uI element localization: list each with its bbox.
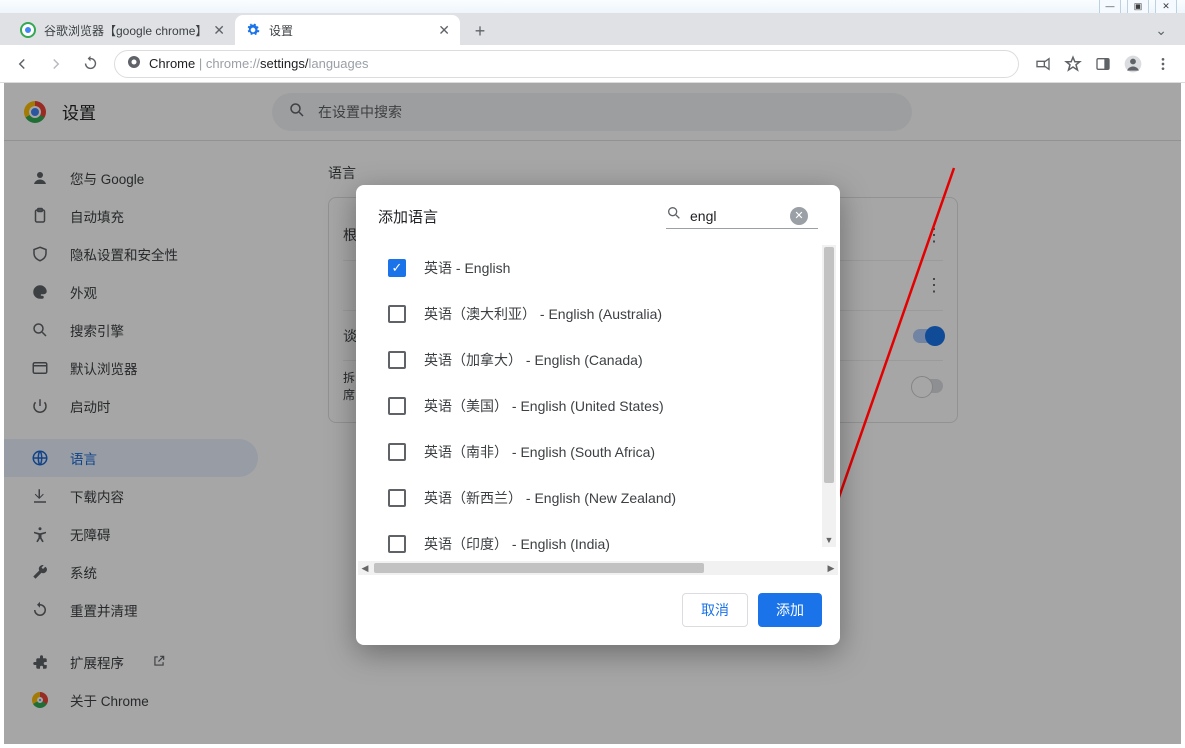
dialog-title: 添加语言 <box>378 206 438 227</box>
language-option-label: 英语（加拿大） - English (Canada) <box>424 350 643 370</box>
tab-title: 谷歌浏览器【google chrome】 <box>44 22 205 39</box>
language-option-label: 英语（澳大利亚） - English (Australia) <box>424 304 662 324</box>
window-minimize-button[interactable]: — <box>1099 0 1121 14</box>
url-scheme: Chrome | chrome://settings/languages <box>149 56 368 71</box>
checkbox[interactable] <box>388 351 406 369</box>
scroll-left-icon[interactable]: ◀ <box>358 561 372 575</box>
star-icon[interactable] <box>1059 50 1087 78</box>
dialog-search[interactable]: ✕ <box>666 203 818 229</box>
language-option-label: 英语（美国） - English (United States) <box>424 396 664 416</box>
window-close-button[interactable]: ✕ <box>1155 0 1177 14</box>
browser-tab-1[interactable]: 设置 ✕ <box>235 15 460 45</box>
share-icon[interactable] <box>1029 50 1057 78</box>
scroll-thumb[interactable] <box>374 563 704 573</box>
back-button[interactable] <box>8 50 36 78</box>
side-panel-icon[interactable] <box>1089 50 1117 78</box>
clear-search-icon[interactable]: ✕ <box>790 207 808 225</box>
tab-strip: 谷歌浏览器【google chrome】 ✕ 设置 ✕ + ⌄ <box>0 13 1185 45</box>
checkbox[interactable]: ✓ <box>388 259 406 277</box>
checkbox[interactable] <box>388 443 406 461</box>
address-bar[interactable]: Chrome | chrome://settings/languages <box>114 50 1019 78</box>
reload-button[interactable] <box>76 50 104 78</box>
scroll-down-icon[interactable]: ▼ <box>822 533 836 547</box>
language-option-label: 英语（印度） - English (India) <box>424 534 610 554</box>
checkbox[interactable] <box>388 397 406 415</box>
language-option-label: 英语（南非） - English (South Africa) <box>424 442 655 462</box>
profile-avatar-icon[interactable] <box>1119 50 1147 78</box>
settings-page: 设置 在设置中搜索 您与 Google自动填充隐私设置和安全性外观搜索引擎默认浏… <box>4 83 1181 744</box>
dialog-search-input[interactable] <box>690 208 782 224</box>
browser-tab-0[interactable]: 谷歌浏览器【google chrome】 ✕ <box>10 15 235 45</box>
checkbox[interactable] <box>388 489 406 507</box>
window-titlebar: — ▣ ✕ <box>0 0 1185 13</box>
language-option[interactable]: 英语（新西兰） - English (New Zealand) <box>388 475 838 521</box>
add-button[interactable]: 添加 <box>758 593 822 627</box>
chrome-icon <box>127 55 141 72</box>
language-option[interactable]: ✓ 英语 - English <box>388 245 838 291</box>
language-option[interactable]: 英语（美国） - English (United States) <box>388 383 838 429</box>
scroll-thumb[interactable] <box>824 247 834 483</box>
language-option[interactable]: 英语（加拿大） - English (Canada) <box>388 337 838 383</box>
tab-search-button[interactable]: ⌄ <box>1155 22 1167 39</box>
gear-icon <box>245 22 261 38</box>
language-option-label: 英语 - English <box>424 258 510 278</box>
language-option[interactable]: 英语（澳大利亚） - English (Australia) <box>388 291 838 337</box>
cancel-button[interactable]: 取消 <box>682 593 748 627</box>
add-language-dialog: 添加语言 ✕ ▼ ✓ 英语 - English 英语（澳大利亚） - English… <box>356 185 840 645</box>
tab-close-icon[interactable]: ✕ <box>438 22 450 39</box>
browser-toolbar: Chrome | chrome://settings/languages <box>0 45 1185 83</box>
checkbox[interactable] <box>388 305 406 323</box>
language-option[interactable]: 英语（南非） - English (South Africa) <box>388 429 838 475</box>
language-option[interactable]: 英语（印度） - English (India) <box>388 521 838 561</box>
vertical-scrollbar[interactable]: ▼ <box>822 245 836 547</box>
search-icon <box>666 205 682 226</box>
new-tab-button[interactable]: + <box>466 17 494 45</box>
tab-favicon-icon <box>20 22 36 38</box>
language-list[interactable]: ▼ ✓ 英语 - English 英语（澳大利亚） - English (Austr… <box>358 245 838 561</box>
language-option-label: 英语（新西兰） - English (New Zealand) <box>424 488 676 508</box>
scroll-right-icon[interactable]: ▶ <box>824 561 838 575</box>
forward-button[interactable] <box>42 50 70 78</box>
horizontal-scrollbar[interactable]: ◀▶ <box>358 561 838 575</box>
tab-close-icon[interactable]: ✕ <box>213 22 225 39</box>
checkbox[interactable] <box>388 535 406 553</box>
tab-title: 设置 <box>269 22 293 39</box>
chrome-menu-icon[interactable] <box>1149 50 1177 78</box>
window-maximize-button[interactable]: ▣ <box>1127 0 1149 14</box>
